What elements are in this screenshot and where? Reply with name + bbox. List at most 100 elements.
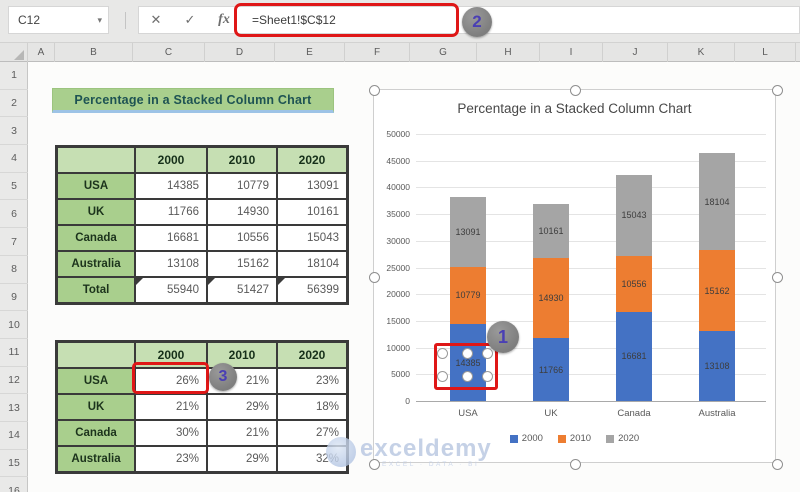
pct-table-value-cell[interactable]: 23% xyxy=(277,368,347,394)
column-header-h[interactable]: H xyxy=(477,43,540,62)
pct-table-row-label[interactable]: Australia xyxy=(57,446,135,472)
pct-table-value-cell[interactable]: 23% xyxy=(135,446,207,472)
source-table-value-cell[interactable]: 55940 xyxy=(135,277,207,303)
column-header-a[interactable]: A xyxy=(28,43,55,62)
source-table-value-cell[interactable]: 10556 xyxy=(207,225,277,251)
source-table-header-2000[interactable]: 2000 xyxy=(135,147,207,173)
source-table-value-cell[interactable]: 15162 xyxy=(207,251,277,277)
chart-selection-handle[interactable] xyxy=(772,459,783,470)
chart-selection-handle[interactable] xyxy=(772,85,783,96)
row-header-3[interactable]: 3 xyxy=(0,117,28,145)
bar-segment-uk-2010[interactable]: 14930 xyxy=(533,258,569,338)
legend-item-2020[interactable]: 2020 xyxy=(606,433,639,444)
row-header-1[interactable]: 1 xyxy=(0,62,28,90)
bar-segment-uk-2000[interactable]: 11766 xyxy=(533,338,569,401)
pct-table-row-label[interactable]: UK xyxy=(57,394,135,420)
bar-segment-canada-2010[interactable]: 10556 xyxy=(616,256,652,312)
pct-table-value-cell[interactable]: 18% xyxy=(277,394,347,420)
pct-table-row-label[interactable]: USA xyxy=(57,368,135,394)
select-all-corner[interactable] xyxy=(0,43,28,62)
row-header-15[interactable]: 15 xyxy=(0,450,28,478)
source-table-value-cell[interactable]: 14385 xyxy=(135,173,207,199)
row-header-5[interactable]: 5 xyxy=(0,173,28,201)
pct-table-header-corner[interactable] xyxy=(57,342,135,368)
source-table-header-corner[interactable] xyxy=(57,147,135,173)
sheet-area[interactable]: Percentage in a Stacked Column Chart 200… xyxy=(28,62,800,492)
bar-segment-usa-2010[interactable]: 10779 xyxy=(450,267,486,325)
source-table-value-cell[interactable]: 11766 xyxy=(135,199,207,225)
pct-table-value-cell[interactable]: 29% xyxy=(207,446,277,472)
data-point-selection-handle[interactable] xyxy=(462,348,473,359)
legend-item-2010[interactable]: 2010 xyxy=(558,433,591,444)
pct-table-value-cell[interactable]: 29% xyxy=(207,394,277,420)
row-header-4[interactable]: 4 xyxy=(0,145,28,173)
data-point-selection-handle[interactable] xyxy=(437,348,448,359)
bar-segment-uk-2020[interactable]: 10161 xyxy=(533,204,569,258)
source-table-value-cell[interactable]: 51427 xyxy=(207,277,277,303)
row-header-8[interactable]: 8 xyxy=(0,256,28,284)
column-header-l[interactable]: L xyxy=(735,43,796,62)
source-table-value-cell[interactable]: 18104 xyxy=(277,251,347,277)
row-header-12[interactable]: 12 xyxy=(0,367,28,395)
enter-icon[interactable]: ✓ xyxy=(173,12,207,28)
chart-selection-handle[interactable] xyxy=(369,272,380,283)
bar-segment-australia-2020[interactable]: 18104 xyxy=(699,153,735,250)
row-header-10[interactable]: 10 xyxy=(0,311,28,339)
source-table-value-cell[interactable]: 10779 xyxy=(207,173,277,199)
row-header-2[interactable]: 2 xyxy=(0,90,28,118)
pct-table-row-label[interactable]: Canada xyxy=(57,420,135,446)
bar-segment-usa-2020[interactable]: 13091 xyxy=(450,197,486,267)
data-point-selection-handle[interactable] xyxy=(482,348,493,359)
chart-selection-handle[interactable] xyxy=(570,459,581,470)
row-header-16[interactable]: 16 xyxy=(0,478,28,492)
source-table-row-label[interactable]: USA xyxy=(57,173,135,199)
row-header-6[interactable]: 6 xyxy=(0,201,28,229)
column-header-f[interactable]: F xyxy=(345,43,410,62)
cancel-icon[interactable]: ✕ xyxy=(139,12,173,28)
chart-selection-handle[interactable] xyxy=(369,85,380,96)
source-table-value-cell[interactable]: 13108 xyxy=(135,251,207,277)
data-point-selection-handle[interactable] xyxy=(437,371,448,382)
chart-selection-handle[interactable] xyxy=(570,85,581,96)
bar-segment-australia-2010[interactable]: 15162 xyxy=(699,250,735,331)
row-header-13[interactable]: 13 xyxy=(0,394,28,422)
data-point-selection-handle[interactable] xyxy=(462,371,473,382)
column-header-c[interactable]: C xyxy=(133,43,205,62)
source-table-value-cell[interactable]: 14930 xyxy=(207,199,277,225)
name-box[interactable]: C12 ▾ xyxy=(8,6,109,34)
pct-table-value-cell[interactable]: 30% xyxy=(135,420,207,446)
legend-item-2000[interactable]: 2000 xyxy=(510,433,543,444)
column-header-b[interactable]: B xyxy=(55,43,133,62)
column-header-j[interactable]: J xyxy=(603,43,668,62)
source-table-row-label[interactable]: Canada xyxy=(57,225,135,251)
formula-input[interactable]: =Sheet1!$C$12 xyxy=(237,13,336,27)
source-table-row-label[interactable]: UK xyxy=(57,199,135,225)
source-table-value-cell[interactable]: 56399 xyxy=(277,277,347,303)
stacked-column-chart[interactable]: Percentage in a Stacked Column Chart 050… xyxy=(373,89,776,463)
pct-table-value-cell[interactable]: 21% xyxy=(207,420,277,446)
row-header-14[interactable]: 14 xyxy=(0,422,28,450)
source-table-header-2020[interactable]: 2020 xyxy=(277,147,347,173)
chevron-down-icon[interactable]: ▾ xyxy=(97,15,102,26)
pct-table-header-2020[interactable]: 2020 xyxy=(277,342,347,368)
source-table-value-cell[interactable]: 10161 xyxy=(277,199,347,225)
source-table-row-label[interactable]: Total xyxy=(57,277,135,303)
pct-table-value-cell[interactable]: 32% xyxy=(277,446,347,472)
source-table-value-cell[interactable]: 15043 xyxy=(277,225,347,251)
column-header-i[interactable]: I xyxy=(540,43,603,62)
chart-legend[interactable]: 2000 2010 2020 xyxy=(374,433,775,444)
row-header-7[interactable]: 7 xyxy=(0,228,28,256)
source-table-header-2010[interactable]: 2010 xyxy=(207,147,277,173)
column-header-g[interactable]: G xyxy=(410,43,477,62)
bar-segment-canada-2000[interactable]: 16681 xyxy=(616,312,652,401)
source-table-value-cell[interactable]: 16681 xyxy=(135,225,207,251)
bar-segment-australia-2000[interactable]: 13108 xyxy=(699,331,735,401)
data-point-selection-handle[interactable] xyxy=(482,371,493,382)
column-header-e[interactable]: E xyxy=(275,43,345,62)
pct-table-value-cell[interactable]: 21% xyxy=(135,394,207,420)
source-table-value-cell[interactable]: 13091 xyxy=(277,173,347,199)
chart-selection-handle[interactable] xyxy=(772,272,783,283)
column-header-d[interactable]: D xyxy=(205,43,275,62)
column-header-k[interactable]: K xyxy=(668,43,735,62)
bar-segment-canada-2020[interactable]: 15043 xyxy=(616,175,652,255)
